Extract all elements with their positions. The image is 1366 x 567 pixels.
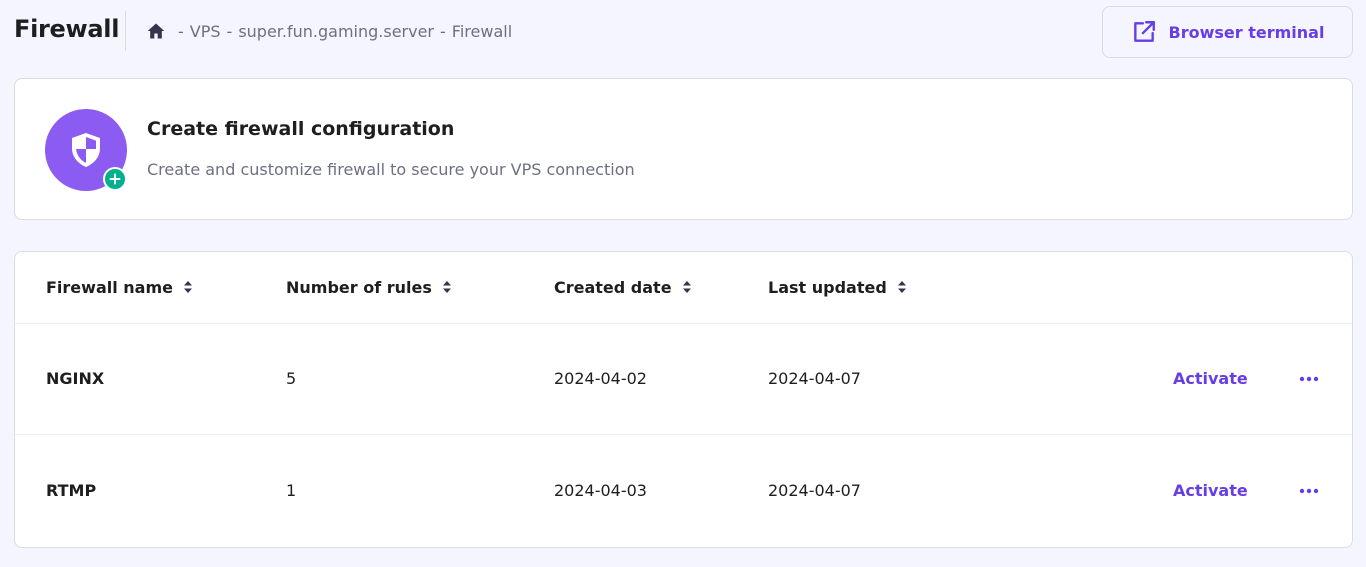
create-firewall-card[interactable]: Create firewall configuration Create and…	[14, 78, 1353, 220]
sort-icon	[897, 281, 906, 293]
rules-count: 5	[286, 369, 297, 388]
sort-icon	[442, 281, 451, 293]
home-icon[interactable]	[146, 21, 166, 41]
browser-terminal-label: Browser terminal	[1168, 22, 1325, 42]
create-card-title: Create firewall configuration	[147, 118, 455, 140]
activate-button[interactable]: Activate	[1173, 369, 1248, 388]
column-header-number-of-rules[interactable]: Number of rules	[286, 276, 452, 298]
create-card-subtitle: Create and customize firewall to secure …	[147, 160, 635, 179]
sort-icon	[682, 281, 691, 293]
plus-badge	[103, 167, 127, 191]
breadcrumb-item-firewall: Firewall	[451, 21, 513, 41]
rules-count: 1	[286, 481, 297, 500]
last-updated: 2024-04-07	[768, 369, 861, 388]
page-title: Firewall	[14, 15, 120, 43]
firewall-name: RTMP	[46, 481, 97, 500]
breadcrumb: - VPS - super.fun.gaming.server - Firewa…	[146, 19, 512, 43]
column-header-label: Number of rules	[286, 277, 432, 297]
sort-icon	[183, 281, 192, 293]
breadcrumb-separator: -	[178, 21, 184, 41]
breadcrumb-item-vps[interactable]: VPS	[190, 22, 221, 41]
last-updated: 2024-04-07	[768, 481, 861, 500]
created-date: 2024-04-03	[554, 481, 647, 500]
firewall-name: NGINX	[46, 369, 105, 388]
more-options-button[interactable]	[1297, 481, 1321, 501]
page-header: Firewall - VPS - super.fun.gaming.server…	[0, 0, 1366, 62]
plus-icon	[109, 173, 121, 185]
browser-terminal-button[interactable]: Browser terminal	[1102, 6, 1353, 58]
breadcrumb-separator: -	[440, 21, 446, 41]
external-link-icon	[1133, 21, 1155, 42]
column-header-last-updated[interactable]: Last updated	[768, 276, 907, 298]
column-header-label: Created date	[554, 277, 672, 297]
breadcrumb-separator: -	[226, 21, 233, 41]
created-date: 2024-04-02	[554, 369, 647, 388]
column-header-created-date[interactable]: Created date	[554, 276, 692, 298]
table-row: RTMP 1 2024-04-03 2024-04-07 Activate	[15, 436, 1352, 547]
more-options-button[interactable]	[1297, 369, 1321, 389]
header-divider	[125, 11, 126, 51]
more-icon	[1299, 488, 1319, 494]
firewall-table: Firewall name Number of rules Created da…	[14, 251, 1353, 548]
table-header: Firewall name Number of rules Created da…	[15, 252, 1352, 324]
column-header-firewall-name[interactable]: Firewall name	[46, 276, 193, 298]
more-icon	[1299, 376, 1319, 382]
breadcrumb-item-server[interactable]: super.fun.gaming.server	[238, 22, 434, 41]
shield-icon	[72, 133, 100, 167]
activate-button[interactable]: Activate	[1173, 481, 1248, 500]
table-row: NGINX 5 2024-04-02 2024-04-07 Activate	[15, 324, 1352, 435]
column-header-label: Last updated	[768, 277, 887, 297]
column-header-label: Firewall name	[46, 277, 173, 297]
